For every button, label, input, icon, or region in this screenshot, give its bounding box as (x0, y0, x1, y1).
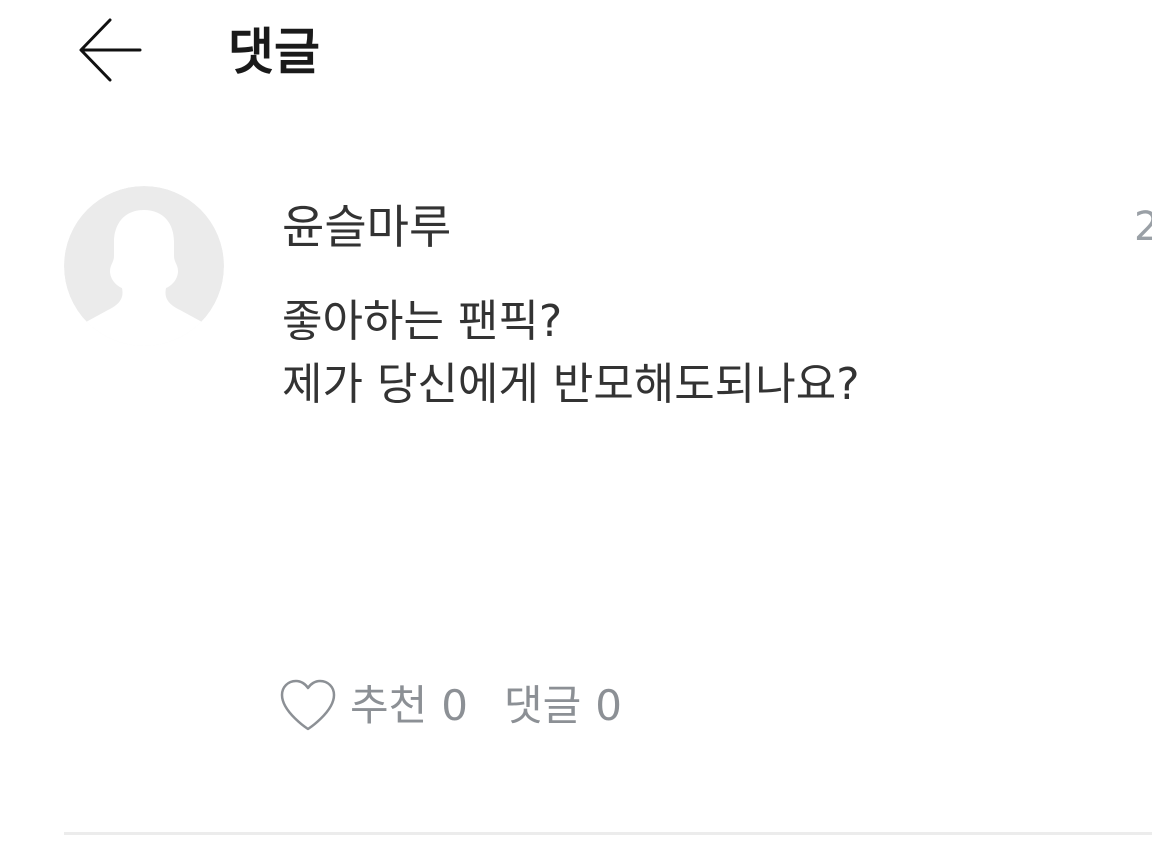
comment-actions: 추천 0 댓글 0 (278, 674, 622, 738)
like-count: 0 (441, 681, 469, 730)
arrow-left-icon (79, 18, 142, 82)
reply-count: 0 (595, 681, 623, 730)
like-label: 추천 (350, 681, 428, 730)
heart-outline-icon (278, 678, 338, 734)
page-title: 댓글 (228, 23, 320, 81)
avatar[interactable] (64, 186, 224, 346)
reply-button[interactable]: 댓글 0 (504, 678, 622, 734)
comment-text: 좋아하는 팬픽? 제가 당신에게 반모해도되나요? (282, 296, 860, 410)
reply-label: 댓글 (504, 681, 582, 730)
divider (64, 832, 1152, 835)
app-header: 댓글 (0, 0, 1152, 110)
back-button[interactable] (74, 16, 146, 84)
comment-item: 윤슬마루 2 좋아하는 팬픽? 제가 당신에게 반모해도되나요? 추천 0 댓글… (0, 170, 1152, 834)
comment-author[interactable]: 윤슬마루 (282, 198, 451, 256)
default-user-silhouette-icon (64, 186, 224, 346)
like-button[interactable]: 추천 0 (278, 678, 468, 734)
comment-date: 2 (1134, 204, 1152, 250)
